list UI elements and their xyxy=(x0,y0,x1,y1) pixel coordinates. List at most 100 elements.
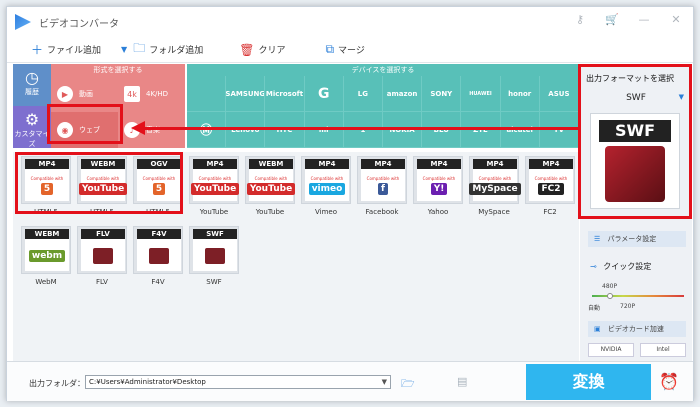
device-zte[interactable]: ZTE xyxy=(461,112,501,148)
device-samsung[interactable]: SAMSUNG xyxy=(226,76,266,112)
format-tag: WEBM xyxy=(249,159,293,169)
device-category-block: デバイスを選択する SAMSUNG Microsoft G LG amazon … xyxy=(187,64,579,148)
format-card[interactable]: FLV xyxy=(77,226,127,274)
format-tag: MP4 xyxy=(361,159,405,169)
cart-icon[interactable]: 🛒 xyxy=(603,13,621,26)
format-item-label: 動画 xyxy=(79,90,93,98)
format-card-body: Compatible with MySpace xyxy=(469,169,521,201)
clear-label: クリア xyxy=(258,46,286,56)
arrow-head xyxy=(131,121,145,135)
play-icon: ▶ xyxy=(57,86,73,102)
add-folder-button[interactable]: ▼ 🗀 フォルダ追加 xyxy=(113,39,203,60)
app-logo-icon xyxy=(15,14,31,30)
device-google[interactable]: G xyxy=(304,76,344,112)
parameter-settings-button[interactable]: ☰ パラメータ設定 xyxy=(588,231,686,247)
format-card[interactable]: WEBM Compatible with YouTube xyxy=(245,156,296,204)
customize-button[interactable]: ⚙ カスタマイズ xyxy=(13,106,51,148)
device-xiaomi[interactable]: mi xyxy=(304,112,344,148)
format-tag: FLV xyxy=(81,229,125,239)
customize-label: カスタマイズ xyxy=(14,130,50,148)
format-card[interactable]: MP4 Compatible with vimeo xyxy=(301,156,351,204)
format-card[interactable]: F4V xyxy=(133,226,183,274)
minimize-icon[interactable]: — xyxy=(635,13,653,26)
device-blu[interactable]: BLU xyxy=(422,112,462,148)
format-card-body: Compatible with vimeo xyxy=(305,169,349,201)
device-nokia[interactable]: NOKIA xyxy=(383,112,423,148)
gpu-acceleration-button[interactable]: ▣ ビデオカード加速 xyxy=(588,321,686,337)
format-card-body: Compatible with YouTube xyxy=(190,169,240,201)
add-file-button[interactable]: ＋ ファイル追加 xyxy=(31,41,101,58)
chip-icon: ▣ xyxy=(594,325,601,333)
device-apple[interactable] xyxy=(187,76,227,112)
format-card[interactable]: WEBM webm xyxy=(21,226,71,274)
compat-text: Compatible with xyxy=(254,175,288,181)
format-card[interactable]: MP4 Compatible with MySpace xyxy=(469,156,521,204)
format-card-body: Compatible with f xyxy=(361,169,405,201)
slider-knob[interactable] xyxy=(607,293,614,299)
device-htc[interactable]: HTC xyxy=(265,112,305,148)
quality-slider[interactable] xyxy=(592,293,684,299)
compat-text: Compatible with xyxy=(366,175,400,181)
device-asus[interactable]: ASUS xyxy=(539,76,579,112)
format-card-label: Vimeo xyxy=(315,208,337,216)
format-card[interactable]: SWF xyxy=(189,226,239,274)
clear-button[interactable]: 🗑 クリア xyxy=(239,43,285,57)
nvidia-badge[interactable]: NVIDIA xyxy=(588,343,634,357)
format-tag: F4V xyxy=(137,229,181,239)
format-glyph-icon: YouTube xyxy=(190,182,240,195)
compat-text: Compatible with xyxy=(534,175,568,181)
format-card[interactable]: MP4 Compatible with FC2 xyxy=(525,156,575,204)
history-button[interactable]: ◷ 履歴 xyxy=(13,64,51,106)
merge-button[interactable]: ⧉ マージ xyxy=(325,42,364,57)
gear-icon: ⚙ xyxy=(24,110,40,129)
device-alcatel[interactable]: alcatel xyxy=(500,112,540,148)
output-folder-path: C:¥Users¥Administrator¥Desktop xyxy=(89,378,206,386)
format-item-4k[interactable]: 4k 4K/HD xyxy=(118,76,185,112)
format-glyph-icon xyxy=(205,248,225,264)
close-icon[interactable]: ✕ xyxy=(667,13,685,26)
chevron-down-icon[interactable]: ▼ xyxy=(121,45,127,54)
device-oneplus[interactable]: 1 xyxy=(343,112,383,148)
alarm-clock-icon[interactable]: ⏰ xyxy=(659,372,679,391)
format-tag: MP4 xyxy=(305,159,349,169)
format-card-label: FLV xyxy=(96,278,108,286)
format-card[interactable]: MP4 Compatible with YouTube xyxy=(189,156,240,204)
device-motorola[interactable]: Ⓜ xyxy=(187,112,227,148)
open-folder-icon[interactable]: ▤ xyxy=(457,375,467,388)
convert-button[interactable]: 変換 xyxy=(526,364,651,400)
format-card-body xyxy=(193,239,237,271)
compat-text: Compatible with xyxy=(478,175,512,181)
history-label: 履歴 xyxy=(25,88,39,96)
slider-track xyxy=(592,295,684,297)
trash-icon: 🗑 xyxy=(239,42,255,57)
add-file-label: ファイル追加 xyxy=(47,46,102,56)
sliders-icon: ☰ xyxy=(594,235,601,243)
format-card-body xyxy=(137,239,181,271)
format-item-music[interactable]: ♪ 音楽 xyxy=(118,112,185,148)
key-icon[interactable]: ⚷ xyxy=(571,13,589,26)
format-glyph-icon: MySpace xyxy=(469,182,521,195)
device-microsoft[interactable]: Microsoft xyxy=(265,76,305,112)
compat-text: Compatible with xyxy=(310,175,344,181)
device-lenovo[interactable]: Lenovo xyxy=(226,112,266,148)
intel-badge[interactable]: Intel xyxy=(640,343,686,357)
device-tv[interactable]: TV xyxy=(539,112,579,148)
device-amazon[interactable]: amazon xyxy=(383,76,423,112)
output-folder-field[interactable]: C:¥Users¥Administrator¥Desktop ▼ xyxy=(85,375,391,389)
device-honor[interactable]: honor xyxy=(500,76,540,112)
device-huawei[interactable]: HUAWEI xyxy=(461,76,501,112)
format-card[interactable]: MP4 Compatible with Y! xyxy=(413,156,463,204)
merge-label: マージ xyxy=(338,46,365,56)
device-sony[interactable]: SONY xyxy=(422,76,462,112)
4k-icon: 4k xyxy=(124,86,140,102)
format-card-label: WebM xyxy=(35,278,57,286)
chevron-down-icon[interactable]: ▼ xyxy=(382,376,387,388)
plus-icon: ＋ xyxy=(31,43,44,57)
format-tag: MP4 xyxy=(529,159,573,169)
folder-icon[interactable]: 🗁 xyxy=(401,375,415,394)
app-window: ビデオコンバータ ⚷ 🛒 — ✕ ＋ ファイル追加 ▼ 🗀 フォルダ追加 🗑 ク… xyxy=(6,6,694,401)
format-card[interactable]: MP4 Compatible with f xyxy=(357,156,407,204)
device-lg[interactable]: LG xyxy=(343,76,383,112)
format-glyph-icon: vimeo xyxy=(308,182,346,195)
format-card-body: webm xyxy=(25,239,69,271)
